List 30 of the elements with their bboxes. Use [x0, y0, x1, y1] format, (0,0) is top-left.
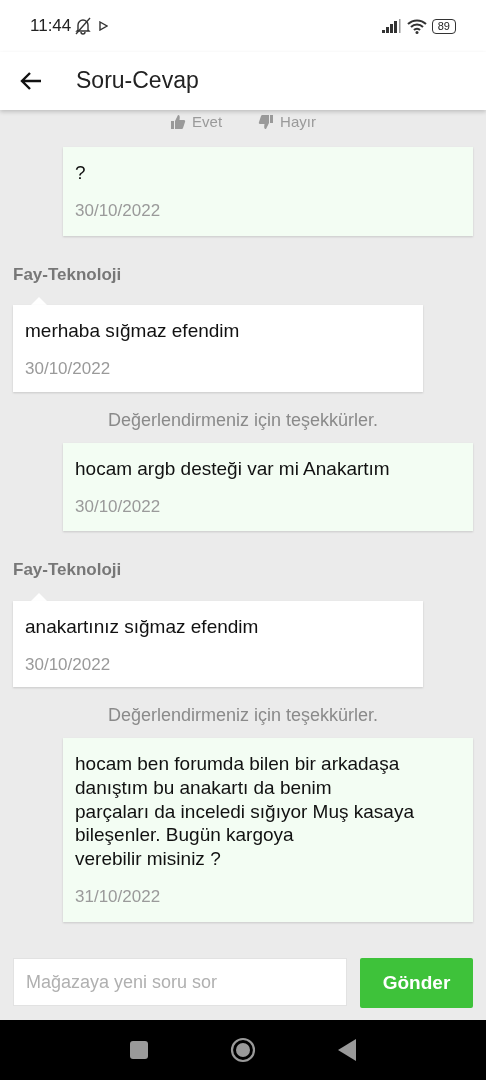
wifi-icon: [405, 18, 428, 34]
question-input-field[interactable]: Mağazaya yeni soru sor: [13, 958, 347, 1006]
thumbs-down-icon[interactable]: [258, 114, 275, 130]
rating-thanks-note: Değerlendirmeniz için teşekkürler.: [107, 409, 379, 430]
message-text: merhaba sığmaz efendim: [25, 319, 240, 343]
play-icon: [99, 21, 109, 31]
rating-option[interactable]: Hayır: [280, 110, 316, 134]
message-text: anakartınız sığmaz efendim: [25, 614, 259, 639]
send-button[interactable]: Gönder: [360, 958, 473, 1008]
screen-title: Soru-Cevap: [76, 67, 199, 95]
sender-name: Fay-Teknoloji: [13, 263, 123, 286]
battery-icon: 89: [431, 18, 456, 34]
message-date: 30/10/2022: [75, 200, 161, 222]
message-date: 30/10/2022: [75, 495, 161, 518]
back-arrow-icon[interactable]: [20, 71, 42, 91]
message-date: 30/10/2022: [25, 358, 111, 380]
back-icon[interactable]: [338, 1039, 356, 1061]
message-text: ?: [75, 161, 86, 185]
status-time: 11:44: [30, 15, 72, 38]
message-text: hocam argb desteği var mi Anakartım: [75, 456, 390, 481]
notifications-off-icon: [75, 17, 92, 35]
rating-thanks-note: Değerlendirmeniz için teşekkürler.: [107, 705, 379, 725]
thumbs-up-icon[interactable]: [170, 114, 187, 130]
message-text: hocam ben forumda bilen bir arkadaşa danıştım bu anakartı da benim parçaları da inceledi sığıyor Muş kasaya bileşenler. Bugün kargoya verebilir misiniz ?: [75, 752, 414, 871]
message-date: 30/10/2022: [25, 653, 111, 676]
message-date: 31/10/2022: [75, 886, 161, 908]
sender-name: Fay-Teknoloji: [13, 559, 123, 581]
signal-icon: [381, 19, 402, 33]
rating-option[interactable]: Evet: [192, 110, 223, 134]
home-icon[interactable]: [230, 1037, 256, 1063]
